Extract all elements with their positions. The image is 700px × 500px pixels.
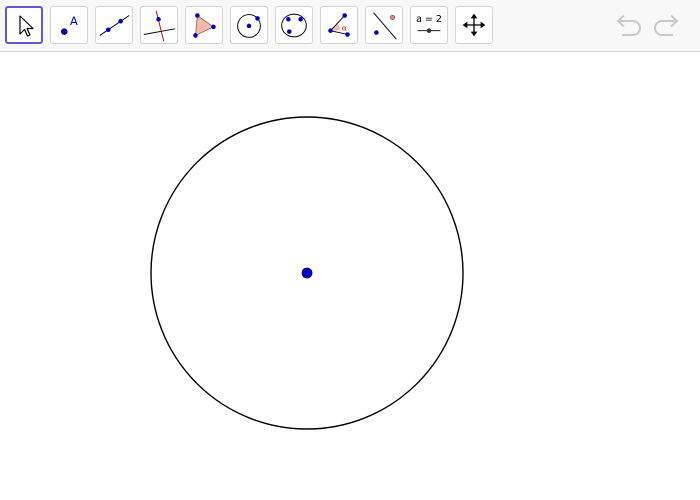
move-graphics-view-tool-button[interactable] <box>455 6 493 44</box>
move-arrows-icon <box>462 13 486 37</box>
point-tool-button[interactable]: A <box>50 6 88 44</box>
polygon-tool-button[interactable] <box>185 6 223 44</box>
slider-tool-button[interactable]: a = 2 <box>410 6 448 44</box>
angle-tool-label: α <box>342 24 347 33</box>
reflect-tool-button[interactable] <box>365 6 403 44</box>
undo-icon <box>616 14 641 36</box>
redo-icon <box>654 14 679 36</box>
point-icon: A <box>60 14 78 35</box>
slider-tool-label: a = 2 <box>416 14 442 25</box>
center-point[interactable] <box>301 267 313 279</box>
angle-icon: α <box>328 13 350 37</box>
toolbar: A α a = 2 <box>0 0 700 52</box>
circle-center-point-icon <box>237 14 261 38</box>
angle-tool-button[interactable]: α <box>320 6 358 44</box>
reflect-about-line-icon <box>373 12 397 40</box>
polygon-icon <box>193 13 216 38</box>
circle-three-points-tool-button[interactable] <box>275 6 313 44</box>
circle-three-points-icon <box>281 13 307 38</box>
redo-button[interactable] <box>651 12 681 40</box>
perpendicular-line-icon <box>143 10 176 42</box>
move-tool-button[interactable] <box>5 6 43 44</box>
line-tool-button[interactable] <box>95 6 133 44</box>
graphics-canvas[interactable] <box>0 52 700 500</box>
circle-with-center-tool-button[interactable] <box>230 6 268 44</box>
undo-button[interactable] <box>614 12 644 40</box>
line-through-points-icon <box>99 15 130 36</box>
perpendicular-line-tool-button[interactable] <box>140 6 178 44</box>
arrow-cursor-icon <box>19 15 34 37</box>
point-tool-label: A <box>70 14 78 28</box>
geogebra-app: A α a = 2 <box>0 0 700 500</box>
slider-icon: a = 2 <box>416 14 442 33</box>
graphics-view[interactable] <box>0 52 700 500</box>
